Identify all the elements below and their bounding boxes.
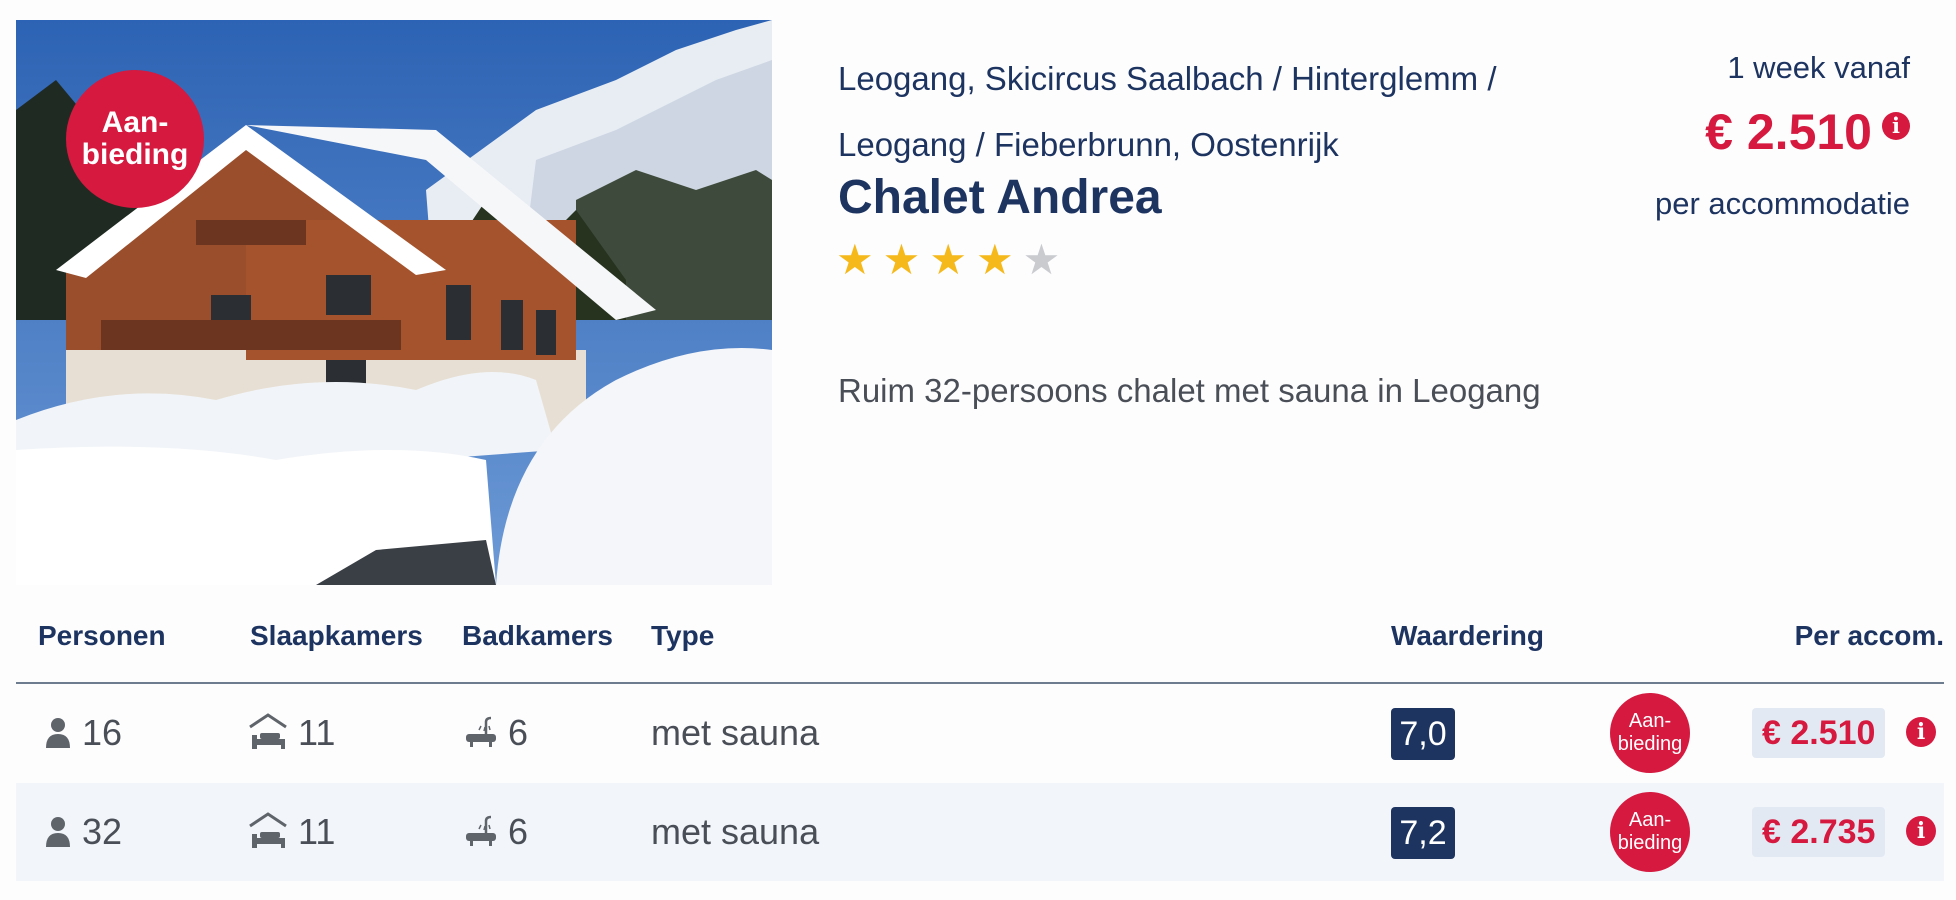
- persons-value: 16: [82, 712, 123, 753]
- persons-cell: 16: [44, 684, 122, 782]
- persons-value: 32: [82, 811, 123, 852]
- star-empty-icon: ★: [1022, 236, 1061, 283]
- rating-score: 7,0: [1391, 708, 1455, 760]
- type-value: met sauna: [651, 712, 820, 753]
- accommodation-title[interactable]: Chalet Andrea: [838, 170, 1162, 225]
- header-price: Per accom.: [1794, 620, 1944, 651]
- table-header: Personen Slaapkamers Badkamers Type Waar…: [16, 600, 1944, 684]
- star-icon: ★: [929, 236, 967, 283]
- row-price[interactable]: € 2.510: [1752, 708, 1886, 758]
- header-bedrooms: Slaapkamers: [250, 620, 423, 651]
- bathrooms-value: 6: [508, 811, 529, 852]
- bathrooms-cell: 6: [464, 684, 528, 782]
- bed-icon: [249, 812, 287, 848]
- offer-badge: Aan- bieding: [66, 70, 204, 208]
- person-icon: [46, 817, 70, 847]
- bathtub-icon: [466, 716, 496, 747]
- info-icon[interactable]: i: [1906, 816, 1936, 846]
- person-icon: [46, 718, 70, 748]
- price-from-label: 1 week vanaf: [1727, 50, 1910, 85]
- price-per-label: per accommodatie: [1654, 186, 1910, 221]
- rating-score: 7,2: [1391, 807, 1455, 859]
- header-type: Type: [651, 620, 715, 651]
- location-text[interactable]: Leogang, Skicircus Saalbach / Hinterglem…: [838, 46, 1598, 178]
- description: Ruim 32-persoons chalet met sauna in Leo…: [838, 372, 1541, 409]
- table-row[interactable]: 16 11 6 met sauna 7,0 Aan- bieding € 2.5…: [16, 684, 1944, 782]
- star-icon: ★: [975, 236, 1014, 283]
- bedrooms-value: 11: [298, 712, 336, 753]
- bedrooms-value: 11: [298, 811, 336, 852]
- table-row[interactable]: 32 11 6 met sauna 7,2 Aan- bieding € 2.7…: [16, 783, 1944, 881]
- persons-cell: 32: [44, 783, 122, 881]
- offer-badge: Aan- bieding: [1610, 693, 1690, 773]
- info-icon[interactable]: i: [1906, 717, 1936, 747]
- bathtub-icon: [466, 815, 496, 846]
- star-icon: ★: [882, 236, 921, 283]
- price-amount[interactable]: € 2.510: [1705, 103, 1872, 161]
- bed-icon: [249, 713, 287, 749]
- header-persons: Personen: [38, 620, 166, 651]
- row-price[interactable]: € 2.735: [1752, 807, 1886, 857]
- bedrooms-cell: 11: [248, 783, 335, 881]
- star-icon: ★: [836, 236, 874, 283]
- header-rating: Waardering: [1391, 620, 1544, 651]
- star-rating: ★ ★ ★ ★ ★: [836, 238, 1060, 282]
- bedrooms-cell: 11: [248, 684, 335, 782]
- header-bathrooms: Badkamers: [462, 620, 613, 651]
- offer-badge: Aan- bieding: [1610, 792, 1690, 872]
- info-icon[interactable]: i: [1882, 112, 1910, 140]
- chalet-photo[interactable]: Aan- bieding: [16, 20, 772, 585]
- bathrooms-cell: 6: [464, 783, 528, 881]
- bathrooms-value: 6: [508, 712, 529, 753]
- type-value: met sauna: [651, 811, 820, 852]
